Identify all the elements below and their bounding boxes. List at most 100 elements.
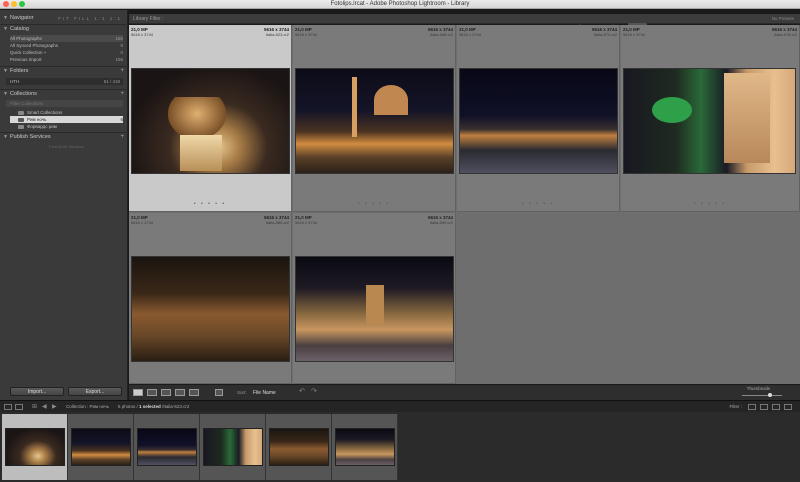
collection-label: Форвардс рим — [27, 124, 57, 129]
volume-info: 51 / 418 — [103, 79, 120, 84]
add-folder-icon[interactable]: + — [120, 67, 124, 76]
catalog-item-quick-collection[interactable]: Quick Collection + 0 — [10, 49, 123, 56]
filmstrip-bar: ⊞ ◀ ▶ Collection : Рим ночь 6 photos / 1… — [0, 400, 800, 412]
filename-label: Italia-590.cr2 — [429, 220, 453, 225]
add-publish-service-icon[interactable]: + — [120, 133, 124, 142]
grid-cell[interactable]: 21,0 MP 5616 x 3744 5616 x 3744 Italia-5… — [293, 213, 456, 384]
collapse-triangle-icon: ▼ — [3, 26, 8, 32]
navigator-zoom-buttons[interactable]: FIT FILL 1:1 1:1 — [58, 14, 122, 23]
catalog-item-label: All Synced Photographs — [10, 43, 59, 48]
survey-view-icon[interactable] — [175, 389, 185, 396]
filmstrip-thumb[interactable] — [2, 414, 68, 480]
filter-color-icon[interactable] — [772, 404, 780, 410]
collections-header[interactable]: ▼ Collections + — [0, 90, 128, 99]
photo-count: 6 photos / — [118, 404, 138, 409]
collection-rim-noch[interactable]: Рим ночь 6 — [10, 116, 123, 123]
collapse-triangle-icon: ▼ — [3, 68, 8, 74]
compare-view-icon[interactable] — [161, 389, 171, 396]
catalog-item-label: Quick Collection + — [10, 50, 47, 55]
loupe-view-icon[interactable] — [147, 389, 157, 396]
grid-view-icon[interactable] — [133, 389, 143, 396]
filter-flag-icon[interactable] — [748, 404, 756, 410]
filter-presets-dropdown[interactable]: No Presets — [772, 14, 794, 24]
grid-cell[interactable]: 21,0 MP 5616 x 3744 5616 x 3744 Italia-5… — [129, 25, 292, 212]
filename-label: Italia-548.cr2 — [429, 32, 453, 37]
left-panel: ▼ Navigator FIT FILL 1:1 1:1 ▼ Catalog A… — [0, 10, 128, 400]
people-view-icon[interactable] — [189, 389, 199, 396]
photo-thumbnail-street-night[interactable] — [131, 256, 290, 362]
add-collection-icon[interactable]: + — [120, 90, 124, 99]
sort-direction-icon[interactable] — [215, 389, 223, 396]
photo-thumbnail-forum[interactable] — [295, 68, 454, 174]
collapse-triangle-icon: ▼ — [3, 15, 8, 21]
dimensions-sub-label: 5616 x 3744 — [131, 220, 154, 225]
catalog-item-count: 156 — [115, 57, 123, 62]
rotate-right-icon[interactable]: ↷ — [311, 387, 321, 395]
catalog-item-all-photographs[interactable]: All Photographs 156 — [10, 35, 123, 42]
filmstrip-thumb[interactable] — [266, 414, 332, 480]
forward-arrow-icon[interactable]: ▶ — [52, 401, 60, 410]
grid-cell[interactable]: 21,0 MP 5616 x 3744 5616 x 3744 Italia-5… — [621, 25, 800, 212]
export-button[interactable]: Export... — [68, 387, 122, 396]
collection-label: Smart Collections — [27, 110, 63, 115]
collections-filter-input[interactable]: Filter Collections — [6, 100, 123, 107]
filename-label: Italia-578.cr2 — [773, 32, 797, 37]
catalog-header[interactable]: ▼ Catalog — [0, 25, 128, 34]
collections-label: Collections — [10, 91, 37, 97]
dimensions-sub-label: 5616 x 3744 — [295, 220, 318, 225]
grid-cell[interactable]: 21,0 MP 5616 x 3744 5616 x 3744 Italia-5… — [457, 25, 620, 212]
filmstrip-thumb[interactable] — [134, 414, 200, 480]
collapse-triangle-icon: ▼ — [3, 91, 8, 97]
catalog-item-previous-import[interactable]: Previous Import 156 — [10, 56, 123, 63]
folders-header[interactable]: ▼ Folders + — [0, 67, 128, 76]
grid-cell[interactable]: 21,0 MP 5616 x 3744 5616 x 3744 Italia-5… — [293, 25, 456, 212]
rating-dots[interactable]: • • • • • — [293, 201, 455, 207]
library-filter-bar: Library Filter : Text Attribute Metadata… — [129, 14, 800, 31]
rating-dots[interactable]: • • • • • — [129, 201, 291, 207]
dimensions-sub-label: 5616 x 3744 — [131, 32, 154, 37]
catalog-item-label: All Photographs — [10, 36, 42, 41]
filmstrip-photo-wolf — [5, 428, 65, 466]
secondary-display-icon[interactable] — [15, 404, 23, 410]
window-title: Fotolips.lrcat - Adobe Photoshop Lightro… — [330, 1, 470, 7]
primary-display-icon[interactable] — [4, 404, 12, 410]
thumbnail-size-knob[interactable] — [768, 393, 772, 397]
collection-icon — [18, 124, 24, 129]
filmstrip-thumb[interactable] — [68, 414, 134, 480]
rating-dots[interactable]: • • • • • — [621, 201, 799, 207]
filter-lock-icon[interactable] — [784, 404, 792, 410]
filmstrip-thumb[interactable] — [332, 414, 398, 480]
collection-smart[interactable]: Smart Collections — [18, 109, 123, 116]
photo-thumbnail-street[interactable] — [459, 68, 618, 174]
dimensions-sub-label: 5616 x 3744 — [459, 32, 482, 37]
catalog-item-synced[interactable]: All Synced Photographs 0 — [10, 42, 123, 49]
sort-dropdown[interactable]: File Name — [253, 385, 276, 401]
thumbnail-size-slider[interactable] — [742, 395, 782, 396]
collection-icon — [18, 117, 24, 122]
folder-volume[interactable]: HTH 51 / 418 — [6, 78, 123, 85]
grid-cell[interactable]: 21,0 MP 5616 x 3744 5616 x 3744 Italia-5… — [129, 213, 292, 384]
rating-dots[interactable]: • • • • • — [457, 201, 619, 207]
filmstrip-photo-capitol — [335, 428, 395, 466]
navigator-label: Navigator — [10, 15, 34, 21]
photo-thumbnail-capitol[interactable] — [295, 256, 454, 362]
sort-label: Sort: — [237, 390, 247, 395]
back-arrow-icon[interactable]: ◀ — [42, 401, 50, 410]
collapse-triangle-icon: ▼ — [3, 134, 8, 140]
filmstrip-thumb[interactable] — [200, 414, 266, 480]
filename-label: Italia-570.cr2 — [593, 32, 617, 37]
catalog-item-count: 0 — [120, 43, 123, 48]
import-button[interactable]: Import... — [10, 387, 64, 396]
collection-forvards-rim[interactable]: Форвардс рим — [18, 123, 123, 130]
publish-services-header[interactable]: ▼ Publish Services + — [0, 133, 128, 142]
rotate-left-icon[interactable]: ↶ — [299, 387, 309, 395]
photo-grid: 21,0 MP 5616 x 3744 5616 x 3744 Italia-5… — [129, 25, 800, 384]
filter-star-icon[interactable] — [760, 404, 768, 410]
find-more-services-link[interactable]: Find More Services — [10, 143, 123, 150]
navigator-header[interactable]: ▼ Navigator FIT FILL 1:1 1:1 — [0, 14, 128, 23]
filter-placeholder: Filter Collections — [10, 101, 44, 106]
photo-thumbnail-wolf[interactable] — [131, 68, 290, 174]
grid-icon[interactable]: ⊞ — [32, 401, 40, 410]
filmstrip-photo-forum — [71, 428, 131, 466]
photo-thumbnail-venezia[interactable] — [623, 68, 796, 174]
